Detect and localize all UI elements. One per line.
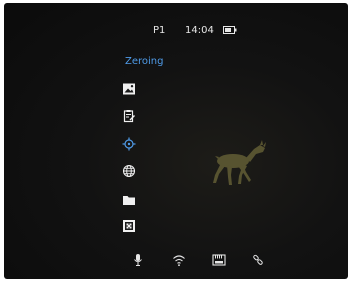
dead-pixel-icon[interactable] (122, 219, 136, 233)
folder-icon[interactable] (122, 193, 136, 207)
status-bar: P1 14:04 (4, 25, 348, 39)
wifi-icon (173, 255, 185, 267)
clipboard-icon[interactable] (122, 109, 136, 123)
link-icon (253, 254, 263, 265)
clock: 14:04 (185, 25, 214, 36)
image-icon[interactable] (122, 82, 136, 96)
profile-indicator: P1 (153, 25, 166, 36)
microphone-icon (134, 254, 142, 266)
memory-card-icon (212, 254, 226, 266)
thermal-viewfinder-screen: P1 14:04 Zeroing (4, 3, 348, 279)
crosshair-icon[interactable] (122, 137, 136, 151)
menu-title: Zeroing (125, 56, 164, 67)
globe-icon[interactable] (122, 164, 136, 178)
deer-thermal-image (213, 140, 266, 185)
battery-icon (223, 26, 237, 34)
